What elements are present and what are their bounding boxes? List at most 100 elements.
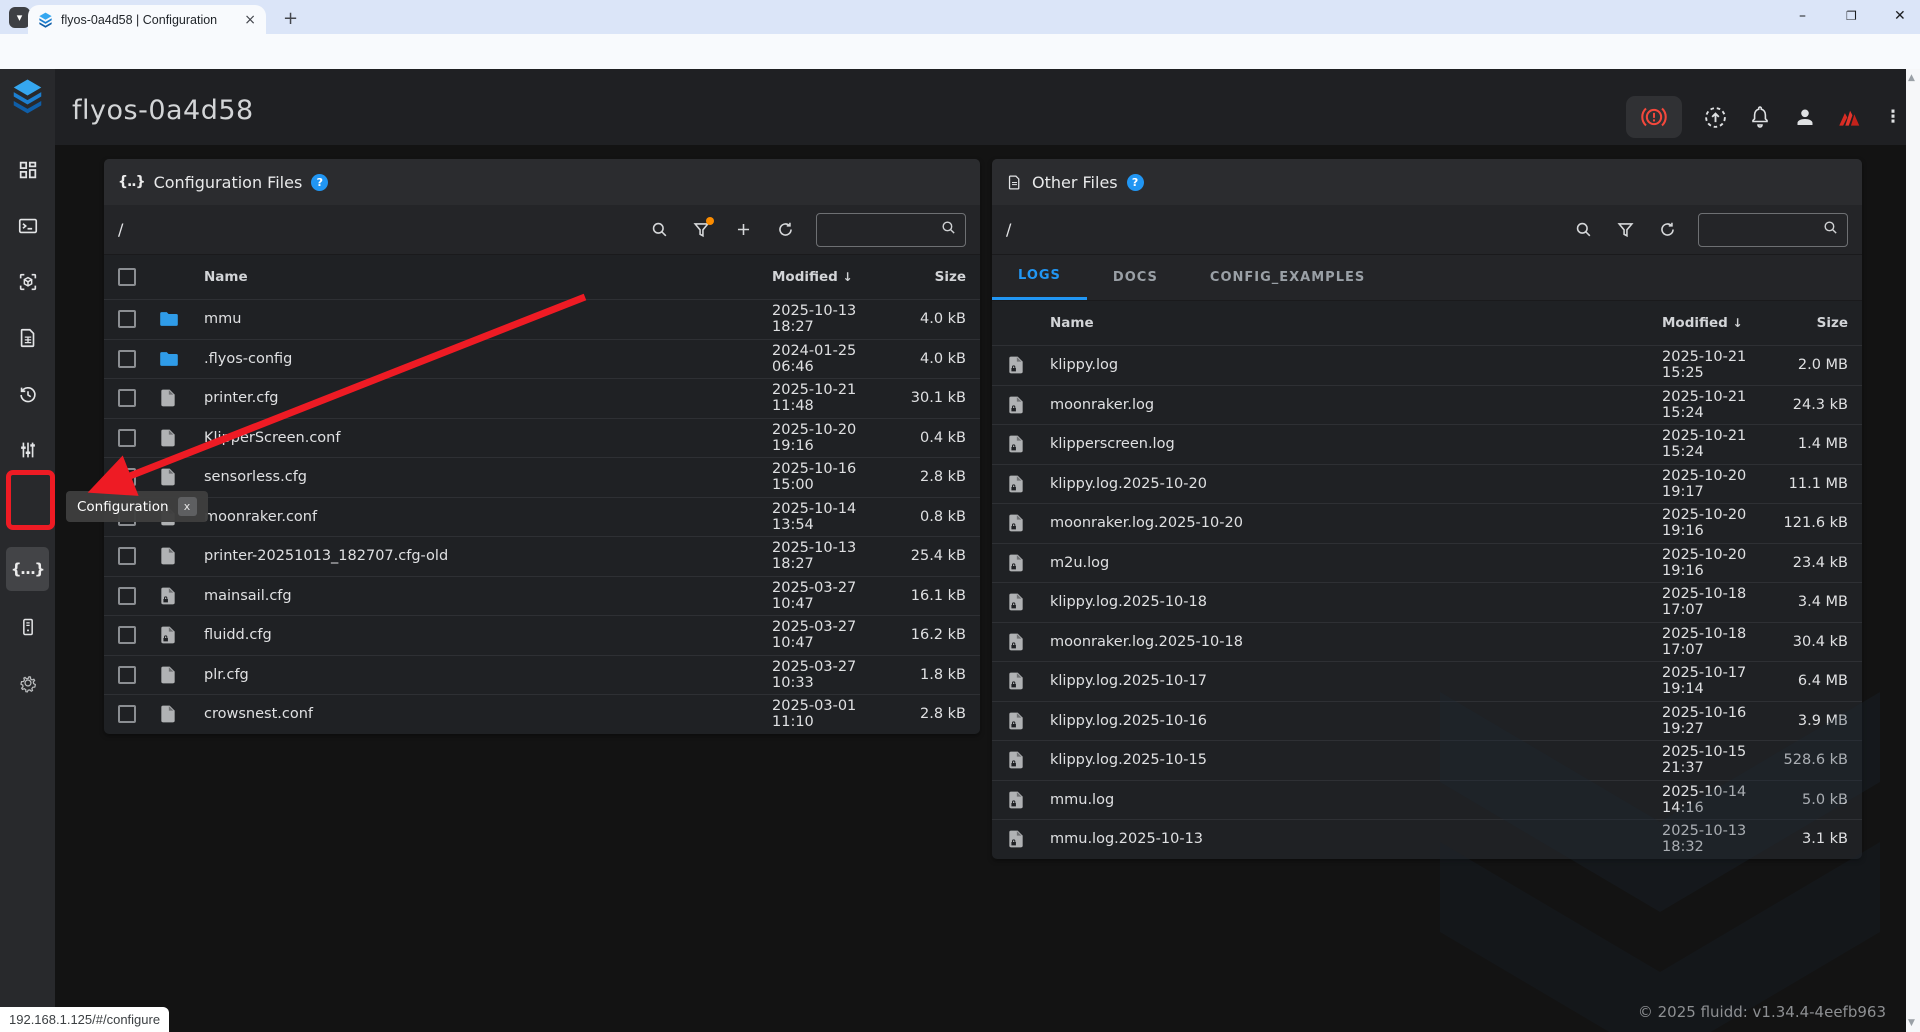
table-row[interactable]: moonraker.conf 2025-10-14 13:54 0.8 kB bbox=[104, 497, 980, 537]
row-checkbox[interactable] bbox=[118, 429, 136, 447]
notifications-button[interactable] bbox=[1745, 102, 1775, 132]
col-size[interactable]: Size bbox=[896, 269, 966, 285]
col-modified[interactable]: Modified ↓ bbox=[1662, 315, 1772, 331]
app-menu-button[interactable]: ⋮ bbox=[1878, 102, 1908, 132]
filter-icon[interactable] bbox=[1614, 220, 1636, 239]
row-checkbox[interactable] bbox=[118, 626, 136, 644]
sidebar-item-gcode-preview[interactable] bbox=[6, 260, 49, 304]
modified-cell: 2025-10-20 19:16 bbox=[772, 422, 896, 454]
row-checkbox[interactable] bbox=[118, 587, 136, 605]
size-cell: 2.0 MB bbox=[1772, 357, 1848, 373]
search-input[interactable] bbox=[825, 222, 934, 238]
table-row[interactable]: plr.cfg 2025-03-27 10:33 1.8 kB bbox=[104, 655, 980, 695]
scroll-up-arrow-icon[interactable]: ▲ bbox=[1908, 73, 1915, 83]
file-search-field[interactable] bbox=[1698, 213, 1848, 247]
table-row[interactable]: mmu 2025-10-13 18:27 4.0 kB bbox=[104, 299, 980, 339]
refresh-icon[interactable] bbox=[774, 220, 796, 239]
config-table-header: Name Modified ↓ Size bbox=[104, 255, 980, 299]
sidebar-item-settings[interactable] bbox=[6, 661, 49, 705]
row-checkbox[interactable] bbox=[118, 310, 136, 328]
table-row[interactable]: fluidd.cfg 2025-03-27 10:47 16.2 kB bbox=[104, 615, 980, 655]
window-close-button[interactable]: ✕ bbox=[1894, 8, 1906, 24]
console-icon bbox=[17, 215, 39, 237]
table-row[interactable]: m2u.log 2025-10-20 19:16 23.4 kB bbox=[992, 543, 1862, 583]
modified-cell: 2025-10-20 19:16 bbox=[1662, 547, 1772, 579]
table-row[interactable]: moonraker.log.2025-10-20 2025-10-20 19:1… bbox=[992, 503, 1862, 543]
page-scrollbar[interactable]: ▲ ▼ bbox=[1906, 69, 1920, 1032]
col-size[interactable]: Size bbox=[1772, 315, 1848, 331]
account-button[interactable] bbox=[1790, 102, 1820, 132]
brand-button[interactable] bbox=[1834, 102, 1864, 132]
account-icon bbox=[1793, 105, 1817, 129]
tab-close-icon[interactable]: × bbox=[244, 13, 256, 27]
sidebar-item-configuration[interactable]: {…} bbox=[6, 547, 49, 591]
table-row[interactable]: KlipperScreen.conf 2025-10-20 19:16 0.4 … bbox=[104, 418, 980, 458]
table-row[interactable]: printer-20251013_182707.cfg-old 2025-10-… bbox=[104, 536, 980, 576]
sidebar-item-tune[interactable] bbox=[6, 428, 49, 472]
fluidd-favicon bbox=[38, 12, 53, 28]
help-icon[interactable]: ? bbox=[1127, 174, 1144, 191]
search-input[interactable] bbox=[1707, 222, 1816, 238]
brand-logo-icon bbox=[1835, 104, 1863, 130]
table-row[interactable]: klippy.log.2025-10-18 2025-10-18 17:07 3… bbox=[992, 582, 1862, 622]
file-icon bbox=[158, 664, 178, 686]
table-row[interactable]: printer.cfg 2025-10-21 11:48 30.1 kB bbox=[104, 378, 980, 418]
table-row[interactable]: moonraker.log.2025-10-18 2025-10-18 17:0… bbox=[992, 622, 1862, 662]
sidebar-item-history[interactable] bbox=[6, 372, 49, 416]
emergency-stop-button[interactable] bbox=[1626, 96, 1682, 138]
sidebar-item-console[interactable] bbox=[6, 204, 49, 248]
col-modified[interactable]: Modified ↓ bbox=[772, 269, 896, 285]
tab-config-examples[interactable]: CONFIG_EXAMPLES bbox=[1184, 254, 1391, 300]
breadcrumb[interactable]: / bbox=[118, 220, 628, 239]
scroll-down-arrow-icon[interactable]: ▼ bbox=[1908, 1018, 1915, 1028]
row-checkbox[interactable] bbox=[118, 350, 136, 368]
window-minimize-button[interactable]: – bbox=[1799, 8, 1806, 24]
row-checkbox[interactable] bbox=[118, 666, 136, 684]
table-row[interactable]: moonraker.log 2025-10-21 15:24 24.3 kB bbox=[992, 385, 1862, 425]
row-checkbox[interactable] bbox=[118, 389, 136, 407]
tab-logs[interactable]: LOGS bbox=[992, 254, 1087, 300]
update-status-button[interactable] bbox=[1700, 102, 1730, 132]
refresh-icon[interactable] bbox=[1656, 220, 1678, 239]
table-row[interactable]: klipperscreen.log 2025-10-21 15:24 1.4 M… bbox=[992, 424, 1862, 464]
filter-icon[interactable] bbox=[690, 220, 712, 239]
version-footer: © 2025 fluidd: v1.34.4-4eefb963 bbox=[1638, 1003, 1886, 1021]
add-file-icon[interactable] bbox=[732, 220, 754, 239]
tab-title: flyos-0a4d58 | Configuration bbox=[61, 13, 236, 27]
sidebar-item-jobs[interactable] bbox=[6, 316, 49, 360]
size-cell: 23.4 kB bbox=[1772, 555, 1848, 571]
sidebar-item-dashboard[interactable] bbox=[6, 148, 49, 192]
tab-list-chevron-icon[interactable]: ▾ bbox=[9, 7, 30, 28]
file-name-cell: mainsail.cfg bbox=[204, 588, 772, 604]
table-row[interactable]: klippy.log.2025-10-20 2025-10-20 19:17 1… bbox=[992, 464, 1862, 504]
col-name[interactable]: Name bbox=[1050, 315, 1662, 331]
tab-docs[interactable]: DOCS bbox=[1087, 254, 1184, 300]
col-name[interactable]: Name bbox=[204, 269, 772, 285]
table-row[interactable]: mainsail.cfg 2025-03-27 10:47 16.1 kB bbox=[104, 576, 980, 616]
table-row[interactable]: crowsnest.conf 2025-03-01 11:10 2.8 kB bbox=[104, 694, 980, 734]
modified-cell: 2025-10-21 15:24 bbox=[1662, 389, 1772, 421]
row-checkbox[interactable] bbox=[118, 468, 136, 486]
gear-icon bbox=[17, 672, 39, 694]
new-tab-button[interactable]: + bbox=[283, 8, 298, 29]
search-toggle-icon[interactable] bbox=[1572, 220, 1594, 239]
select-all-checkbox[interactable] bbox=[118, 268, 136, 286]
table-row[interactable]: .flyos-config 2024-01-25 06:46 4.0 kB bbox=[104, 339, 980, 379]
sort-desc-icon: ↓ bbox=[1733, 316, 1743, 330]
row-checkbox[interactable] bbox=[118, 705, 136, 723]
file-name-cell: moonraker.log.2025-10-18 bbox=[1050, 634, 1662, 650]
folder-icon bbox=[158, 348, 180, 370]
sidebar-item-system[interactable] bbox=[6, 605, 49, 649]
table-row[interactable]: klippy.log 2025-10-21 15:25 2.0 MB bbox=[992, 345, 1862, 385]
window-restore-button[interactable]: ❐ bbox=[1846, 9, 1857, 23]
table-row[interactable]: sensorless.cfg 2025-10-16 15:00 2.8 kB bbox=[104, 457, 980, 497]
search-toggle-icon[interactable] bbox=[648, 220, 670, 239]
size-cell: 2.8 kB bbox=[896, 706, 966, 722]
row-checkbox[interactable] bbox=[118, 547, 136, 565]
browser-tab[interactable]: flyos-0a4d58 | Configuration × bbox=[28, 5, 266, 34]
file-search-field[interactable] bbox=[816, 213, 966, 247]
help-icon[interactable]: ? bbox=[311, 174, 328, 191]
breadcrumb[interactable]: / bbox=[1006, 220, 1552, 239]
file-name-cell: moonraker.log bbox=[1050, 397, 1662, 413]
other-table-header: Name Modified ↓ Size bbox=[992, 301, 1862, 345]
